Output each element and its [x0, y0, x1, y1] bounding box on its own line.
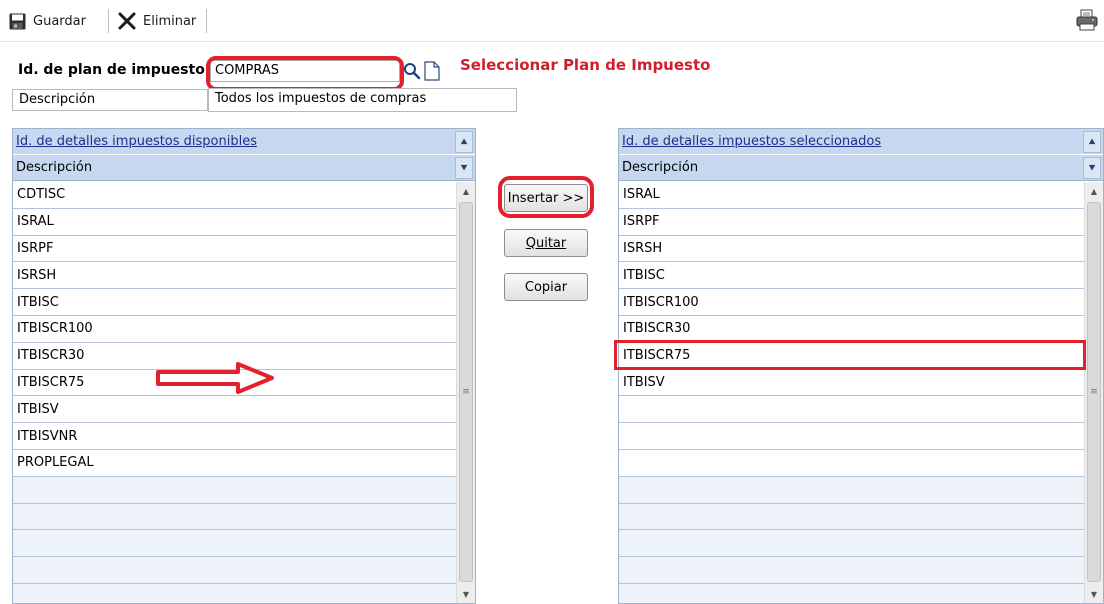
floppy-disk-icon: [9, 13, 26, 29]
scroll-up-icon[interactable]: ▲: [1085, 182, 1103, 200]
list-item[interactable]: [13, 583, 456, 603]
list-item[interactable]: ITBISVNR: [13, 423, 456, 450]
list-item[interactable]: [619, 530, 1084, 558]
list-item[interactable]: [13, 530, 456, 558]
description-input[interactable]: Todos los impuestos de compras: [208, 88, 517, 112]
list-item[interactable]: ISRPF: [13, 236, 456, 263]
list-item[interactable]: [619, 396, 1084, 424]
save-button[interactable]: Guardar: [9, 8, 86, 34]
lookup-button[interactable]: [403, 62, 421, 84]
available-grid-title[interactable]: Id. de detalles impuestos disponibles: [13, 129, 475, 155]
selected-column-header[interactable]: Descripción: [619, 155, 1103, 181]
list-item[interactable]: ISRSH: [13, 262, 456, 290]
scroll-thumb[interactable]: ≡: [459, 202, 473, 582]
scroll-thumb[interactable]: ≡: [1087, 202, 1101, 582]
list-item[interactable]: ITBISV: [13, 396, 456, 424]
magnifier-icon: [404, 63, 421, 80]
selected-row-highlight: [614, 340, 1086, 370]
new-document-button[interactable]: [424, 61, 440, 85]
printer-icon: [1076, 9, 1098, 31]
list-item[interactable]: [619, 503, 1084, 531]
scroll-down-icon[interactable]: ▼: [1085, 585, 1103, 603]
save-label: Guardar: [33, 13, 86, 29]
available-column-header[interactable]: Descripción: [13, 155, 475, 181]
list-item[interactable]: ITBISCR100: [13, 316, 456, 343]
list-item[interactable]: ISRSH: [619, 236, 1084, 263]
list-item[interactable]: [619, 423, 1084, 450]
plan-id-highlight: [206, 56, 404, 91]
list-item[interactable]: ISRAL: [13, 209, 456, 236]
scroll-down-icon[interactable]: ▼: [457, 585, 475, 603]
new-document-icon: [424, 61, 440, 81]
list-item[interactable]: [619, 476, 1084, 504]
list-item[interactable]: [619, 583, 1084, 603]
delete-label: Eliminar: [143, 13, 197, 29]
insert-highlight: [498, 176, 594, 218]
list-item[interactable]: ITBISC: [619, 262, 1084, 290]
list-item[interactable]: [13, 557, 456, 584]
description-label: Descripción: [12, 89, 208, 111]
toolbar: Guardar Eliminar: [0, 0, 1104, 42]
list-item[interactable]: CDTISC: [13, 182, 456, 209]
list-item[interactable]: [619, 557, 1084, 584]
print-button[interactable]: [1076, 9, 1098, 35]
toolbar-separator: [108, 9, 109, 33]
list-item[interactable]: [13, 476, 456, 504]
collapse-up-icon[interactable]: ⯅: [1083, 131, 1101, 153]
list-item[interactable]: ISRAL: [619, 182, 1084, 209]
remove-label: Quitar: [525, 235, 567, 251]
arrow-annotation-icon: [156, 362, 274, 394]
list-item[interactable]: ITBISCR30: [619, 316, 1084, 343]
collapse-down-icon[interactable]: ⯆: [455, 157, 473, 179]
list-item[interactable]: [13, 503, 456, 531]
plan-id-label: Id. de plan de impuesto: [18, 62, 205, 78]
annotation-select-plan: Seleccionar Plan de Impuesto: [460, 56, 711, 74]
available-scrollbar[interactable]: ▲ ≡ ▼: [456, 182, 475, 603]
collapse-down-icon[interactable]: ⯆: [1083, 157, 1101, 179]
toolbar-separator: [206, 9, 207, 33]
list-item[interactable]: PROPLEGAL: [13, 450, 456, 477]
delete-button[interactable]: Eliminar: [118, 8, 196, 34]
list-item[interactable]: ISRPF: [619, 209, 1084, 236]
selected-scrollbar[interactable]: ▲ ≡ ▼: [1084, 182, 1103, 603]
delete-x-icon: [118, 12, 136, 30]
selected-column-label: Descripción: [622, 160, 699, 175]
scroll-up-icon[interactable]: ▲: [457, 182, 475, 200]
collapse-up-icon[interactable]: ⯅: [455, 131, 473, 153]
list-item[interactable]: ITBISCR100: [619, 289, 1084, 316]
list-item[interactable]: [619, 450, 1084, 477]
remove-button[interactable]: Quitar: [504, 229, 588, 257]
available-column-label: Descripción: [16, 160, 93, 175]
list-item[interactable]: ITBISC: [13, 289, 456, 316]
available-grid-title-text: Id. de detalles impuestos disponibles: [16, 134, 257, 149]
selected-rows: ISRAL ISRPF ISRSH ITBISC ITBISCR100 ITBISCR30…: [619, 182, 1084, 603]
selected-grid-title[interactable]: Id. de detalles impuestos seleccionados: [619, 129, 1103, 155]
selected-grid-title-text: Id. de detalles impuestos seleccionados: [622, 134, 882, 149]
copy-button[interactable]: Copiar: [504, 273, 588, 301]
list-item[interactable]: ITBISV: [619, 370, 1084, 397]
